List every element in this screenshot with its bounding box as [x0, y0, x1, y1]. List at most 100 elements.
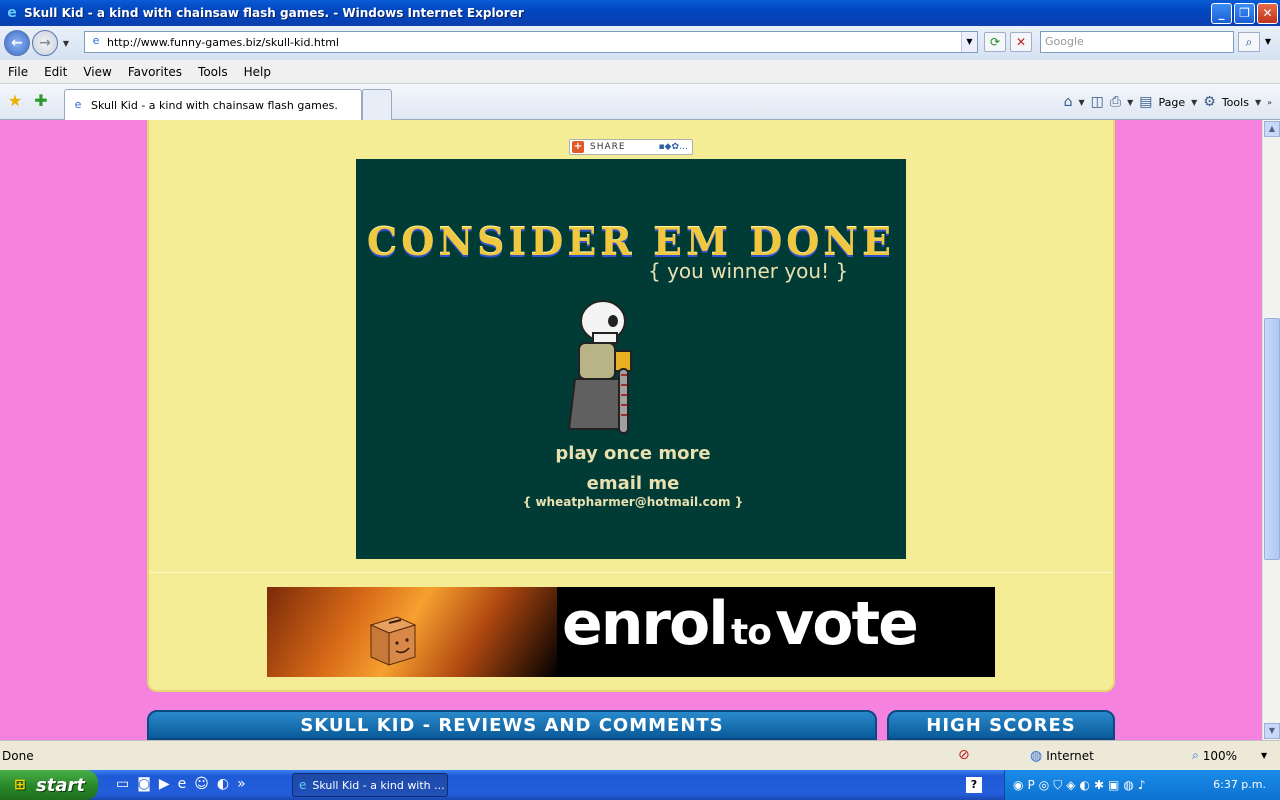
- help-icon[interactable]: ?: [966, 777, 982, 793]
- menu-file[interactable]: File: [0, 65, 36, 79]
- zoom-icon: ⌕: [1192, 748, 1199, 762]
- tray-icon-7[interactable]: ✱: [1094, 778, 1104, 792]
- network-icon[interactable]: ▣: [1108, 778, 1119, 792]
- taskbar-item-ie[interactable]: e Skull Kid - a kind with ...: [292, 773, 448, 797]
- address-toolbar: ← → ▼ e http://www.funny-games.biz/skull…: [0, 26, 1280, 60]
- security-zone[interactable]: ◍ Internet: [1030, 748, 1094, 764]
- home-icon[interactable]: ⌂: [1064, 94, 1073, 110]
- banner-word-enrol: enrol: [562, 589, 729, 659]
- menu-bar: File Edit View Favorites Tools Help: [0, 60, 1280, 84]
- tools-menu-button[interactable]: Tools: [1222, 96, 1249, 109]
- search-options-icon[interactable]: ▼: [1262, 32, 1274, 52]
- status-bar: Done ⊘ ◍ Internet ⌕ 100% ▼: [0, 740, 1280, 770]
- menu-favorites[interactable]: Favorites: [120, 65, 190, 79]
- tools-gear-icon: ⚙: [1203, 94, 1216, 110]
- print-icon[interactable]: ⎙: [1110, 94, 1121, 110]
- page-menu-button[interactable]: Page: [1158, 96, 1185, 109]
- window-title: Skull Kid - a kind with chainsaw flash g…: [24, 6, 524, 20]
- popup-blocked-icon[interactable]: ⊘: [958, 747, 970, 763]
- show-desktop-icon[interactable]: ▭: [116, 776, 129, 792]
- menu-tools[interactable]: Tools: [190, 65, 236, 79]
- tray-icon-3[interactable]: ◎: [1039, 778, 1049, 792]
- home-dropdown-icon[interactable]: ▼: [1078, 98, 1084, 107]
- command-bar: ⌂ ▼ ◫ ⎙ ▼ ▤ Page ▼ ⚙ Tools ▼ »: [1064, 92, 1272, 112]
- ballot-box-character-icon: [369, 616, 417, 666]
- banner-text: enrol to vote: [562, 589, 919, 659]
- menu-help[interactable]: Help: [236, 65, 279, 79]
- banner-word-to: to: [730, 612, 772, 653]
- tray-icon-1[interactable]: ◉: [1013, 778, 1023, 792]
- quicklaunch-more-icon[interactable]: »: [237, 776, 246, 792]
- scroll-down-icon[interactable]: ▼: [1264, 723, 1280, 739]
- share-label: SHARE: [590, 142, 626, 152]
- url-text[interactable]: http://www.funny-games.biz/skull-kid.htm…: [107, 36, 961, 49]
- start-button[interactable]: ⊞ start: [0, 770, 98, 800]
- chevron-more-icon[interactable]: »: [1267, 98, 1272, 107]
- globe-icon: ◍: [1030, 748, 1043, 764]
- tray-icon-6[interactable]: ◐: [1079, 778, 1089, 792]
- vertical-scrollbar[interactable]: ▲ ▼: [1262, 120, 1280, 740]
- minimize-button[interactable]: _: [1211, 2, 1232, 24]
- close-button[interactable]: ✕: [1257, 2, 1278, 24]
- reviews-header: SKULL KID - REVIEWS AND COMMENTS: [147, 710, 877, 740]
- windows-flag-icon: ⊞: [14, 777, 26, 793]
- add-favorites-icon[interactable]: ✚: [32, 92, 50, 110]
- enrol-to-vote-banner[interactable]: enrol to vote: [267, 587, 995, 677]
- ie-logo-icon: e: [7, 5, 17, 21]
- messenger-icon[interactable]: ☺: [194, 776, 209, 792]
- skull-kid-character-icon: [567, 300, 632, 434]
- game-title: CONSIDER EM DONE: [366, 219, 896, 264]
- start-label: start: [36, 774, 85, 796]
- zone-label: Internet: [1046, 749, 1094, 763]
- media-icon[interactable]: ◙: [137, 776, 151, 792]
- new-tab-button[interactable]: [362, 89, 392, 120]
- menu-view[interactable]: View: [75, 65, 119, 79]
- stop-button[interactable]: ✕: [1010, 32, 1032, 52]
- share-button[interactable]: + SHARE ▪◆✿…: [569, 139, 693, 155]
- menu-edit[interactable]: Edit: [36, 65, 75, 79]
- page-dropdown-icon[interactable]: ▼: [1191, 98, 1197, 107]
- tab-skull-kid[interactable]: e Skull Kid - a kind with chainsaw flash…: [64, 89, 362, 120]
- web-content: + SHARE ▪◆✿… CONSIDER EM DONE { you winn…: [0, 120, 1262, 740]
- print-dropdown-icon[interactable]: ▼: [1127, 98, 1133, 107]
- feeds-icon[interactable]: ◫: [1091, 94, 1104, 110]
- app-icon[interactable]: ◐: [217, 776, 229, 792]
- tab-page-icon: e: [74, 98, 82, 111]
- address-bar[interactable]: e http://www.funny-games.biz/skull-kid.h…: [84, 31, 978, 53]
- system-tray: ◉ P ◎ ⛉ ◈ ◐ ✱ ▣ ◍ ♪ 6:37 p.m.: [1004, 770, 1280, 800]
- flash-game[interactable]: CONSIDER EM DONE { you winner you! } pla…: [356, 159, 906, 559]
- play-again-link[interactable]: play once more: [356, 443, 910, 464]
- history-dropdown-icon[interactable]: ▼: [60, 39, 72, 48]
- media-player-icon[interactable]: ▶: [159, 776, 170, 792]
- zoom-dropdown-icon[interactable]: ▼: [1261, 751, 1267, 760]
- back-button[interactable]: ←: [4, 30, 30, 56]
- tab-label: Skull Kid - a kind with chainsaw flash g…: [91, 98, 338, 112]
- taskbar-item-label: Skull Kid - a kind with ...: [312, 778, 445, 792]
- refresh-button[interactable]: ⟳: [984, 32, 1006, 52]
- window-title-bar: e Skull Kid - a kind with chainsaw flash…: [0, 0, 1280, 26]
- scroll-thumb[interactable]: [1264, 318, 1280, 560]
- tray-icon-9[interactable]: ◍: [1123, 778, 1133, 792]
- share-plus-icon: +: [572, 141, 584, 153]
- share-services-icon: ▪◆✿…: [658, 142, 688, 152]
- zoom-control[interactable]: ⌕ 100% ▼: [1192, 748, 1267, 763]
- tray-icon-4[interactable]: ⛉: [1053, 778, 1062, 793]
- search-input[interactable]: Google: [1040, 31, 1234, 53]
- taskbar-ie-icon: e: [299, 778, 307, 792]
- panel-divider: [149, 572, 1113, 573]
- ie-quicklaunch-icon[interactable]: e: [178, 776, 187, 792]
- forward-button[interactable]: →: [32, 30, 58, 56]
- page-menu-icon: ▤: [1139, 94, 1153, 110]
- zoom-level: 100%: [1202, 748, 1238, 763]
- favorites-center-icon[interactable]: ★: [6, 92, 24, 110]
- email-me-link[interactable]: email me: [356, 473, 910, 494]
- volume-icon[interactable]: ♪: [1138, 778, 1146, 792]
- tray-icon-5[interactable]: ◈: [1066, 778, 1075, 792]
- tray-icon-2[interactable]: P: [1027, 778, 1034, 792]
- address-dropdown-icon[interactable]: ▼: [961, 32, 977, 52]
- tools-dropdown-icon[interactable]: ▼: [1255, 98, 1261, 107]
- search-icon[interactable]: ⌕: [1238, 32, 1260, 52]
- maximize-button[interactable]: ❐: [1234, 2, 1255, 24]
- scroll-up-icon[interactable]: ▲: [1264, 121, 1280, 137]
- banner-word-vote: vote: [775, 589, 919, 659]
